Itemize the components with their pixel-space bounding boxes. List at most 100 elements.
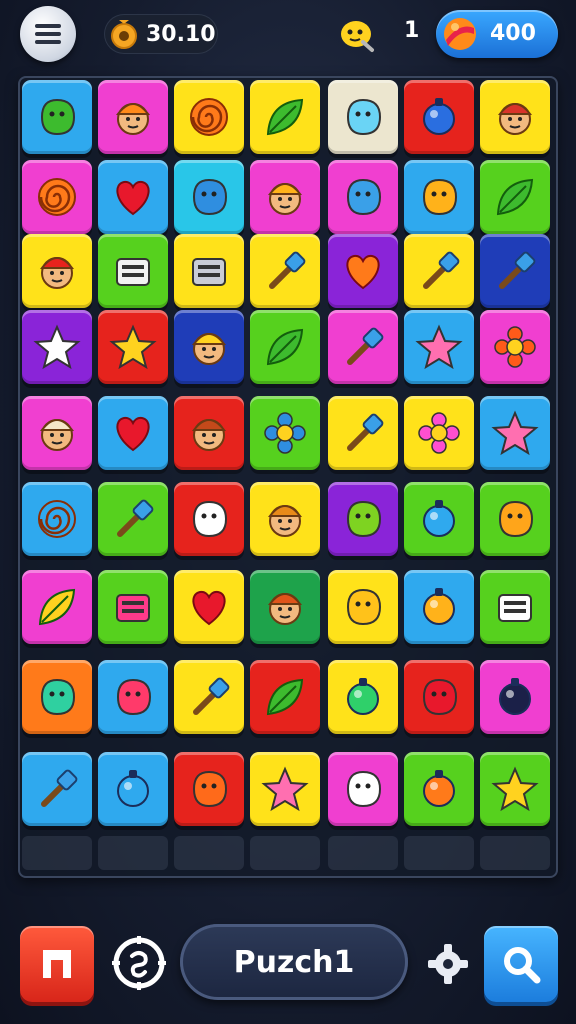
- board-tile[interactable]: [22, 482, 92, 556]
- board-tile[interactable]: [98, 396, 168, 470]
- coin-counter: 30.10: [104, 14, 218, 54]
- gem-counter[interactable]: 400: [436, 10, 558, 58]
- blue-note-icon: [423, 98, 455, 135]
- empty-slot: [98, 836, 168, 870]
- board-tile[interactable]: [22, 660, 92, 734]
- board-tile[interactable]: [22, 396, 92, 470]
- board-tile[interactable]: [328, 234, 398, 308]
- board-tile[interactable]: [480, 310, 550, 384]
- board-tile[interactable]: [22, 80, 92, 154]
- board-tile[interactable]: [174, 570, 244, 644]
- board-tile[interactable]: [22, 570, 92, 644]
- board-tile[interactable]: [404, 160, 474, 234]
- hat-icon: [116, 594, 150, 622]
- empty-slot: [22, 836, 92, 870]
- board-tile[interactable]: [328, 660, 398, 734]
- board-tile[interactable]: [404, 310, 474, 384]
- board-tile[interactable]: [250, 752, 320, 826]
- menu-button[interactable]: [20, 6, 76, 62]
- board-tile[interactable]: [98, 752, 168, 826]
- board-tile[interactable]: [174, 660, 244, 734]
- board-tile[interactable]: [174, 160, 244, 234]
- board-tile[interactable]: [480, 752, 550, 826]
- board-tile[interactable]: [250, 570, 320, 644]
- board-tile[interactable]: [174, 482, 244, 556]
- board-tile[interactable]: [480, 160, 550, 234]
- board-tile[interactable]: [480, 80, 550, 154]
- bomb-icon: [499, 678, 531, 715]
- board-tile[interactable]: [480, 660, 550, 734]
- board-tile[interactable]: [480, 234, 550, 308]
- board-tile[interactable]: [98, 570, 168, 644]
- board-tile[interactable]: [480, 570, 550, 644]
- heart-icon: [116, 416, 150, 452]
- board-tile[interactable]: [250, 234, 320, 308]
- heart-icon: [116, 180, 150, 216]
- exit-button[interactable]: [20, 926, 94, 1002]
- empty-slot: [328, 836, 398, 870]
- board-tile[interactable]: [404, 570, 474, 644]
- bottle-icon: [347, 678, 379, 715]
- board-tile[interactable]: [174, 234, 244, 308]
- gear-icon: [264, 412, 306, 454]
- pink-star-icon: [415, 324, 463, 370]
- door-icon: [43, 950, 71, 978]
- board-tile[interactable]: [98, 234, 168, 308]
- board-tile[interactable]: [98, 310, 168, 384]
- board-tile[interactable]: [250, 310, 320, 384]
- board-tile[interactable]: [328, 752, 398, 826]
- rocket-icon: [117, 499, 154, 537]
- board-tile[interactable]: [98, 80, 168, 154]
- board-tile[interactable]: [328, 482, 398, 556]
- board-tile[interactable]: [328, 570, 398, 644]
- target-icon: [423, 770, 455, 807]
- board-tile[interactable]: [404, 396, 474, 470]
- board-tile[interactable]: [22, 752, 92, 826]
- board-tile[interactable]: [404, 234, 474, 308]
- board-tile[interactable]: [480, 396, 550, 470]
- calendar-icon: [116, 258, 150, 286]
- briefcase-icon: [192, 258, 226, 286]
- board-tile[interactable]: [250, 482, 320, 556]
- board-tile[interactable]: [404, 482, 474, 556]
- board-tile[interactable]: [174, 80, 244, 154]
- pink-flower-icon: [418, 412, 460, 454]
- apple-icon: [498, 500, 534, 538]
- board-tile[interactable]: [250, 396, 320, 470]
- board-tile[interactable]: [328, 160, 398, 234]
- settings-gear-icon[interactable]: [426, 942, 470, 986]
- board-tile[interactable]: [98, 160, 168, 234]
- search-button[interactable]: [484, 926, 558, 1002]
- board-tile[interactable]: [480, 482, 550, 556]
- fish-icon: [40, 678, 76, 716]
- blond-face-icon: [191, 333, 227, 365]
- board-tile[interactable]: [250, 160, 320, 234]
- shovel-icon: [347, 413, 384, 451]
- hammer-icon: [347, 327, 384, 365]
- board-tile[interactable]: [22, 310, 92, 384]
- cloud-icon: [346, 770, 382, 808]
- egg-face-icon: [39, 419, 75, 451]
- board-tile[interactable]: [404, 752, 474, 826]
- board-tile[interactable]: [250, 80, 320, 154]
- timer-icon[interactable]: [110, 934, 168, 992]
- board-tile[interactable]: [174, 752, 244, 826]
- board-tile[interactable]: [174, 396, 244, 470]
- board-tile[interactable]: [98, 482, 168, 556]
- board-tile[interactable]: [174, 310, 244, 384]
- board-tile[interactable]: [404, 660, 474, 734]
- wing-icon: [38, 588, 76, 626]
- board-tile[interactable]: [404, 80, 474, 154]
- board-tile[interactable]: [328, 310, 398, 384]
- board-tile[interactable]: [22, 234, 92, 308]
- level-title: Puzch1: [180, 924, 408, 1000]
- leaf-icon: [266, 678, 304, 716]
- ghost-icon: [192, 500, 228, 538]
- board-tile[interactable]: [98, 660, 168, 734]
- board-tile[interactable]: [328, 396, 398, 470]
- board-tile[interactable]: [22, 160, 92, 234]
- board-tile[interactable]: [328, 80, 398, 154]
- board-tile[interactable]: [250, 660, 320, 734]
- coin-amount: 30.10: [146, 22, 216, 47]
- leaf-icon: [266, 328, 304, 366]
